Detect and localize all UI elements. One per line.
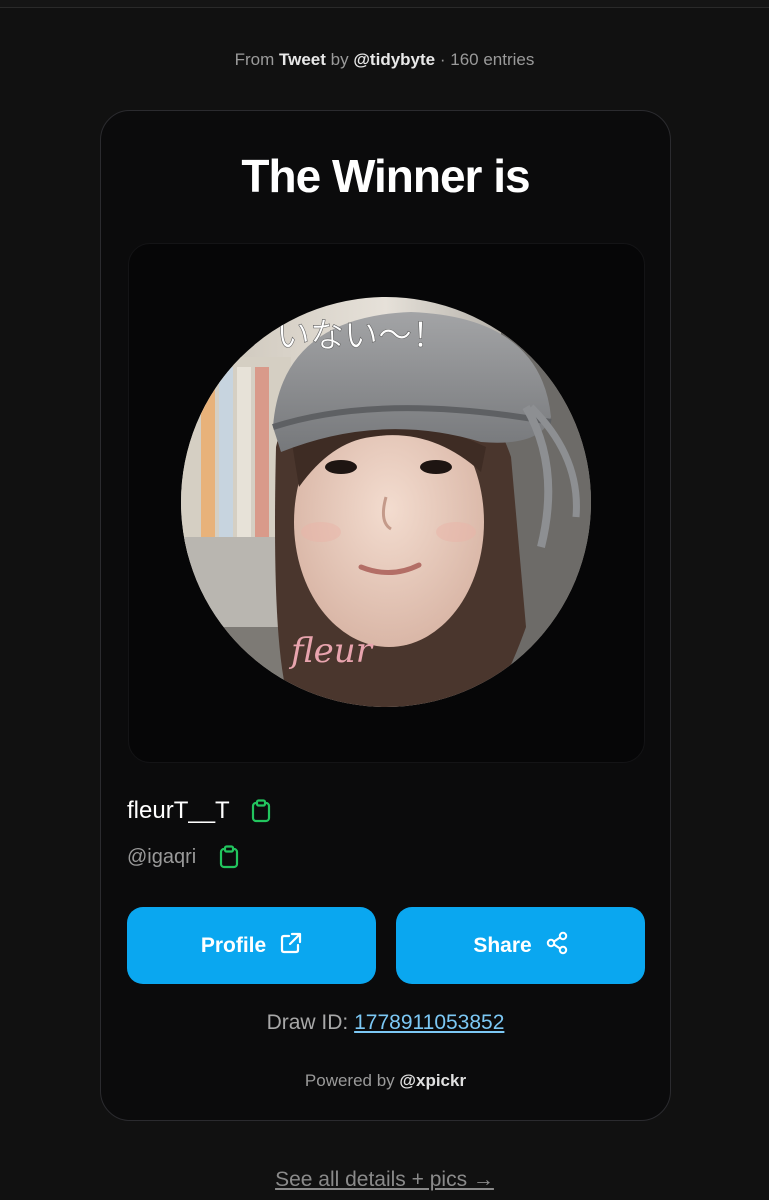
- source-prefix: From: [234, 50, 275, 69]
- winner-card: The Winner is いない～！ fleur fleurT__T @iga…: [100, 110, 671, 1121]
- external-link-icon: [280, 932, 302, 960]
- clipboard-icon[interactable]: [218, 845, 240, 869]
- avatar-image: いない～！ fleur: [181, 297, 591, 707]
- see-all-details-link[interactable]: See all details + pics →: [0, 1168, 769, 1192]
- source-author: @tidybyte: [353, 50, 436, 69]
- draw-id: Draw ID: 1778911053852: [101, 1011, 670, 1035]
- photo-overlay-text: いない～！: [276, 316, 446, 356]
- winner-name: fleurT__T: [127, 797, 230, 824]
- winner-name-row: fleurT__T: [127, 797, 272, 825]
- powered-by: Powered by @xpickr: [101, 1071, 670, 1091]
- source-line: From Tweet by @tidybyte · 160 entries: [0, 50, 769, 70]
- draw-id-label: Draw ID:: [266, 1011, 349, 1034]
- profile-button-label: Profile: [200, 933, 267, 957]
- share-icon: [546, 931, 568, 961]
- photo-signature: fleur: [288, 631, 374, 671]
- powered-brand[interactable]: @xpickr: [399, 1071, 466, 1090]
- source-by: by: [330, 50, 349, 69]
- share-button[interactable]: Share: [396, 907, 645, 984]
- source-separator: ·: [439, 50, 446, 69]
- entries-count: 160 entries: [450, 50, 535, 69]
- winner-handle-row: @igaqri: [127, 845, 240, 869]
- share-button-label: Share: [473, 933, 532, 957]
- profile-button[interactable]: Profile: [127, 907, 376, 984]
- winner-heading: The Winner is: [241, 150, 530, 202]
- powered-prefix: Powered by: [304, 1071, 395, 1090]
- draw-id-link[interactable]: 1778911053852: [354, 1011, 504, 1034]
- clipboard-icon[interactable]: [250, 799, 272, 823]
- winner-handle: @igaqri: [127, 845, 197, 868]
- winner-avatar: いない～！ fleur: [181, 297, 591, 707]
- photo-frame: いない～！ fleur: [128, 243, 645, 763]
- source-type: Tweet: [279, 50, 326, 69]
- top-divider: [0, 0, 769, 8]
